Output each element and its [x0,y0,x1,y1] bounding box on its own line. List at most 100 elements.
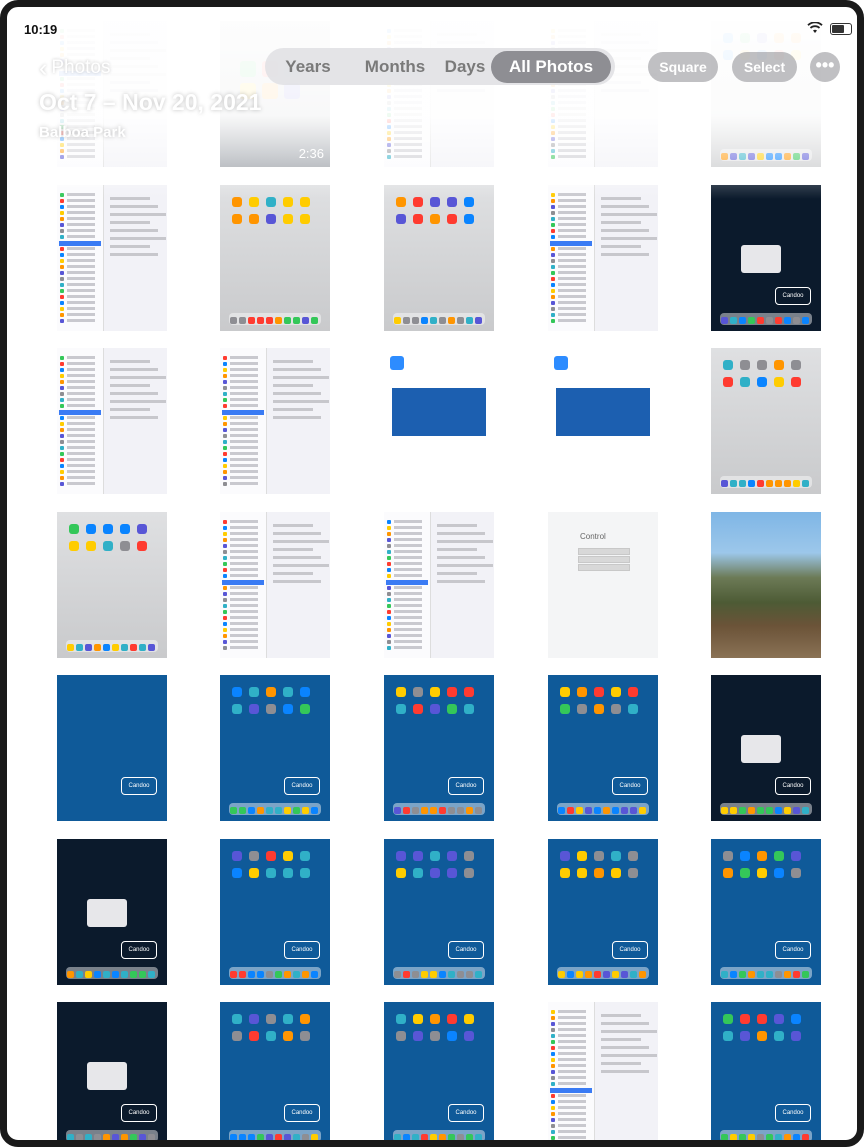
settings-icon [551,1076,555,1080]
segment-months[interactable]: Months [351,51,439,83]
thumbnail-content [548,348,658,494]
select-button[interactable]: Select [732,52,797,82]
app-icon [300,687,310,697]
segment-days[interactable]: Days [439,51,491,83]
settings-icon [223,452,227,456]
photo-thumbnail[interactable] [384,185,494,331]
settings-row [558,1082,586,1085]
photo-thumbnail[interactable] [57,348,167,494]
settings-row [230,356,258,359]
app-icon [266,687,276,697]
photo-thumbnail[interactable] [548,185,658,331]
settings-detail-row [109,392,158,395]
app-screenshot [556,388,650,436]
photo-thumbnail[interactable]: Candoo [711,185,821,331]
photo-thumbnail[interactable]: Candoo [57,839,167,985]
status-time: 10:19 [24,22,58,37]
app-icon [774,360,784,370]
photo-thumbnail[interactable] [711,512,821,658]
app-icon [740,1014,750,1024]
settings-icon [223,380,227,384]
app-icon [464,851,474,861]
settings-row [230,452,258,455]
photo-thumbnail[interactable]: Candoo [220,1002,330,1140]
photo-thumbnail[interactable]: Candoo [220,839,330,985]
photo-thumbnail[interactable]: Candoo [548,839,658,985]
more-button[interactable]: ••• [810,52,840,82]
segment-all-photos[interactable]: All Photos [491,50,611,83]
candoo-badge: Candoo [121,1104,157,1122]
settings-row [558,295,586,298]
settings-detail-row [272,392,321,395]
app-icon [628,868,638,878]
square-button[interactable]: Square [648,52,718,82]
photo-thumbnail[interactable]: Control [548,512,658,658]
settings-detail-row [109,408,150,411]
candoo-badge: Candoo [612,777,648,795]
photo-thumbnail[interactable]: Candoo [711,675,821,821]
photo-thumbnail[interactable] [220,512,330,658]
app-icon [396,214,406,224]
settings-row [558,1052,586,1055]
settings-icon [387,592,391,596]
settings-sidebar [548,185,596,331]
photo-thumbnail[interactable] [384,348,494,494]
settings-row [230,380,258,383]
app-icon [413,1031,423,1041]
settings-icon [387,526,391,530]
settings-row [558,271,586,274]
photo-thumbnail[interactable]: Candoo [384,1002,494,1140]
settings-icon [387,646,391,650]
photo-thumbnail[interactable]: Candoo [711,839,821,985]
photo-thumbnail[interactable] [220,185,330,331]
candoo-badge: Candoo [284,941,320,959]
login-field [578,548,630,555]
thumbnail-content: Candoo [548,839,658,985]
photo-thumbnail[interactable]: Candoo [220,675,330,821]
photo-thumbnail[interactable] [220,348,330,494]
app-icon [560,851,570,861]
settings-row [394,550,422,553]
app-icon [464,214,474,224]
settings-row [230,392,258,395]
photo-thumbnail[interactable]: Candoo [384,839,494,985]
photo-thumbnail[interactable] [711,348,821,494]
settings-icon [60,470,64,474]
settings-icon [60,404,64,408]
settings-row [230,610,258,613]
settings-row [558,1046,586,1049]
photo-thumbnail[interactable]: Candoo [57,675,167,821]
settings-icon [551,229,555,233]
photo-thumbnail[interactable] [548,348,658,494]
settings-icon [223,398,227,402]
app-icon [266,1014,276,1024]
photo-thumbnail[interactable]: Candoo [384,675,494,821]
settings-selected-row [222,580,264,585]
settings-row [67,434,95,437]
back-button[interactable]: ‹ Photos [39,56,110,81]
settings-row [230,386,258,389]
photo-thumbnail[interactable]: Candoo [548,675,658,821]
app-icon [447,704,457,714]
thumbnail-content [220,185,330,331]
photo-thumbnail[interactable] [57,185,167,331]
photo-thumbnail[interactable]: Candoo [57,1002,167,1140]
app-icon [757,851,767,861]
app-icon [232,687,242,697]
settings-icon [223,550,227,554]
settings-row [558,211,586,214]
photo-thumbnail[interactable] [548,1002,658,1140]
settings-row [230,434,258,437]
photo-thumbnail[interactable] [57,512,167,658]
thumbnail-content [711,348,821,494]
settings-icon [551,1106,555,1110]
settings-icon [60,386,64,390]
settings-row [394,628,422,631]
settings-icon [60,265,64,269]
settings-row [67,464,95,467]
photo-thumbnail[interactable]: Candoo [711,1002,821,1140]
photo-thumbnail[interactable] [384,512,494,658]
segment-years[interactable]: Years [265,51,351,83]
settings-row [67,374,95,377]
settings-row [230,446,258,449]
